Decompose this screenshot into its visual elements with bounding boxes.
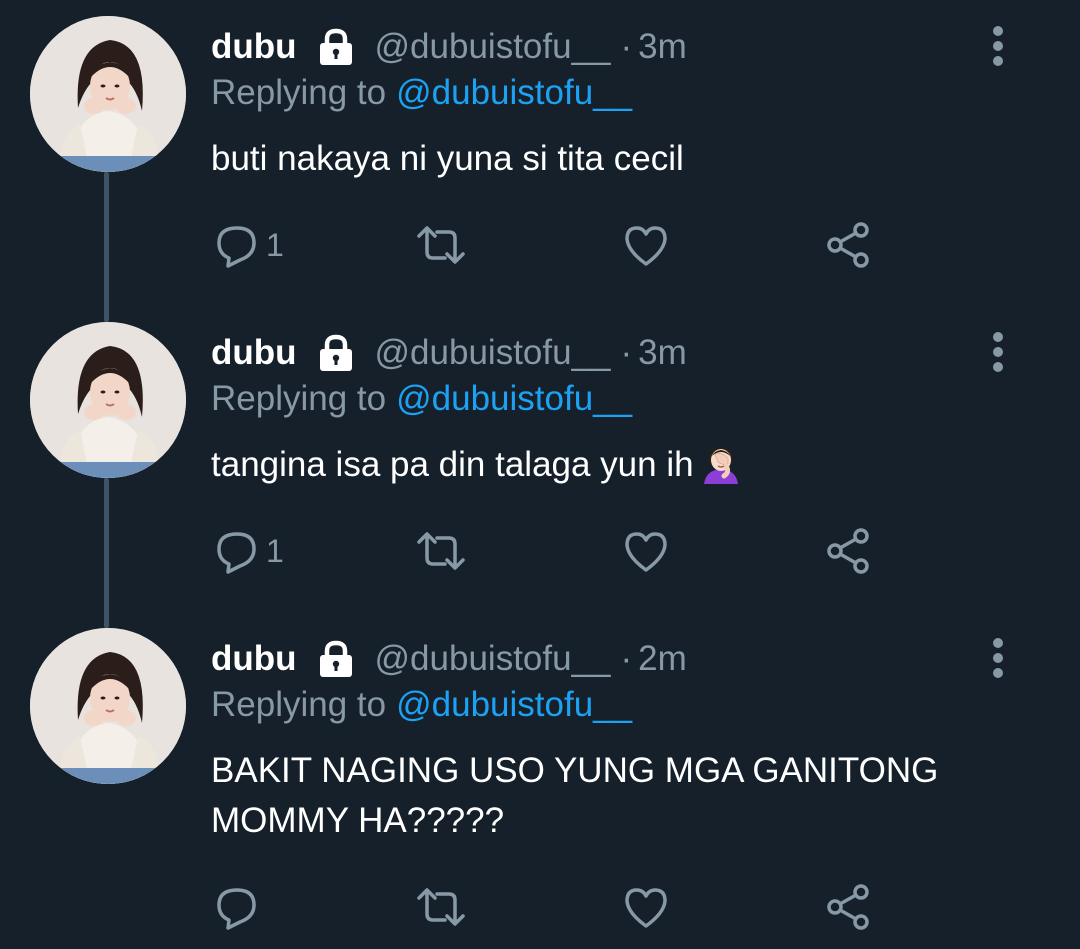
display-name[interactable]: dubu [211,639,297,679]
tweet[interactable]: dubu @dubuistofu__ · 3m Replying to @dub… [0,306,1080,612]
replying-handle-link[interactable]: @dubuistofu__ [396,379,632,419]
avatar[interactable] [30,322,186,478]
tweet-text: BAKIT NAGING USO YUNG MGA GANITONG MOMMY… [211,746,960,846]
more-vertical-icon[interactable] [988,636,1008,680]
retweet-icon [417,226,465,264]
tweet-header: dubu @dubuistofu__ · 2m [211,636,960,682]
tweet-text-content: BAKIT NAGING USO YUNG MGA GANITONG MOMMY… [211,751,939,840]
retweet-icon [417,888,465,926]
reply-button[interactable]: 1 [214,220,284,270]
tweet-text: tangina isa pa din talaga yun ih [211,440,960,490]
reply-icon [217,226,256,268]
separator: · [620,27,633,66]
tweet-actions: 1 [211,220,911,270]
replying-handle-link[interactable]: @dubuistofu__ [396,685,632,725]
tweet-header: dubu @dubuistofu__ · 3m [211,330,960,376]
replying-prefix: Replying to [211,73,387,112]
tweet-actions [211,882,911,932]
like-button[interactable] [622,526,670,576]
retweet-icon [417,532,465,570]
display-name[interactable]: dubu [211,333,297,373]
share-button[interactable] [825,882,873,932]
tweet[interactable]: dubu @dubuistofu__ · 2m Replying to @dub… [0,612,1080,949]
like-button[interactable] [622,220,670,270]
like-icon [625,888,667,928]
tweet[interactable]: dubu @dubuistofu__ · 3m Replying to @dub… [0,0,1080,306]
tweet-header: dubu @dubuistofu__ · 3m [211,24,960,70]
separator: · [620,639,633,678]
separator: · [620,333,633,372]
more-vertical-icon[interactable] [988,24,1008,68]
avatar[interactable] [30,628,186,784]
share-button[interactable] [825,526,873,576]
tweet-text-content: buti nakaya ni yuna si tita cecil [211,139,684,178]
share-icon [827,222,869,268]
share-icon [827,528,869,574]
tweet-text-content: tangina isa pa din talaga yun ih [211,445,694,484]
reply-button[interactable] [214,882,266,932]
lock-icon [315,638,357,680]
lock-icon [315,26,357,68]
replying-to: Replying to @dubuistofu__ [211,70,960,116]
share-icon [827,884,869,930]
timestamp[interactable]: 3m [638,27,687,67]
reply-button[interactable]: 1 [214,526,284,576]
replying-prefix: Replying to [211,685,387,724]
reply-count: 1 [266,532,284,569]
reply-icon [217,888,256,930]
more-vertical-icon[interactable] [988,330,1008,374]
like-button[interactable] [622,882,670,932]
timestamp[interactable]: 2m [638,639,687,679]
share-button[interactable] [825,220,873,270]
like-icon [625,532,667,572]
reply-icon [217,532,256,574]
avatar[interactable] [30,16,186,172]
retweet-button[interactable] [413,882,469,932]
display-name[interactable]: dubu [211,27,297,67]
replying-to: Replying to @dubuistofu__ [211,682,960,728]
replying-handle-link[interactable]: @dubuistofu__ [396,73,632,113]
replying-prefix: Replying to [211,379,387,418]
tweet-actions: 1 [211,526,911,576]
like-icon [625,226,667,266]
retweet-button[interactable] [413,220,469,270]
replying-to: Replying to @dubuistofu__ [211,376,960,422]
tweet-text: buti nakaya ni yuna si tita cecil [211,134,960,184]
reply-count: 1 [266,226,284,263]
user-handle[interactable]: @dubuistofu__ [375,639,611,679]
user-handle[interactable]: @dubuistofu__ [375,27,611,67]
user-handle[interactable]: @dubuistofu__ [375,333,611,373]
lock-icon [315,332,357,374]
retweet-button[interactable] [413,526,469,576]
timestamp[interactable]: 3m [638,333,687,373]
facepalm-emoji [700,442,742,484]
